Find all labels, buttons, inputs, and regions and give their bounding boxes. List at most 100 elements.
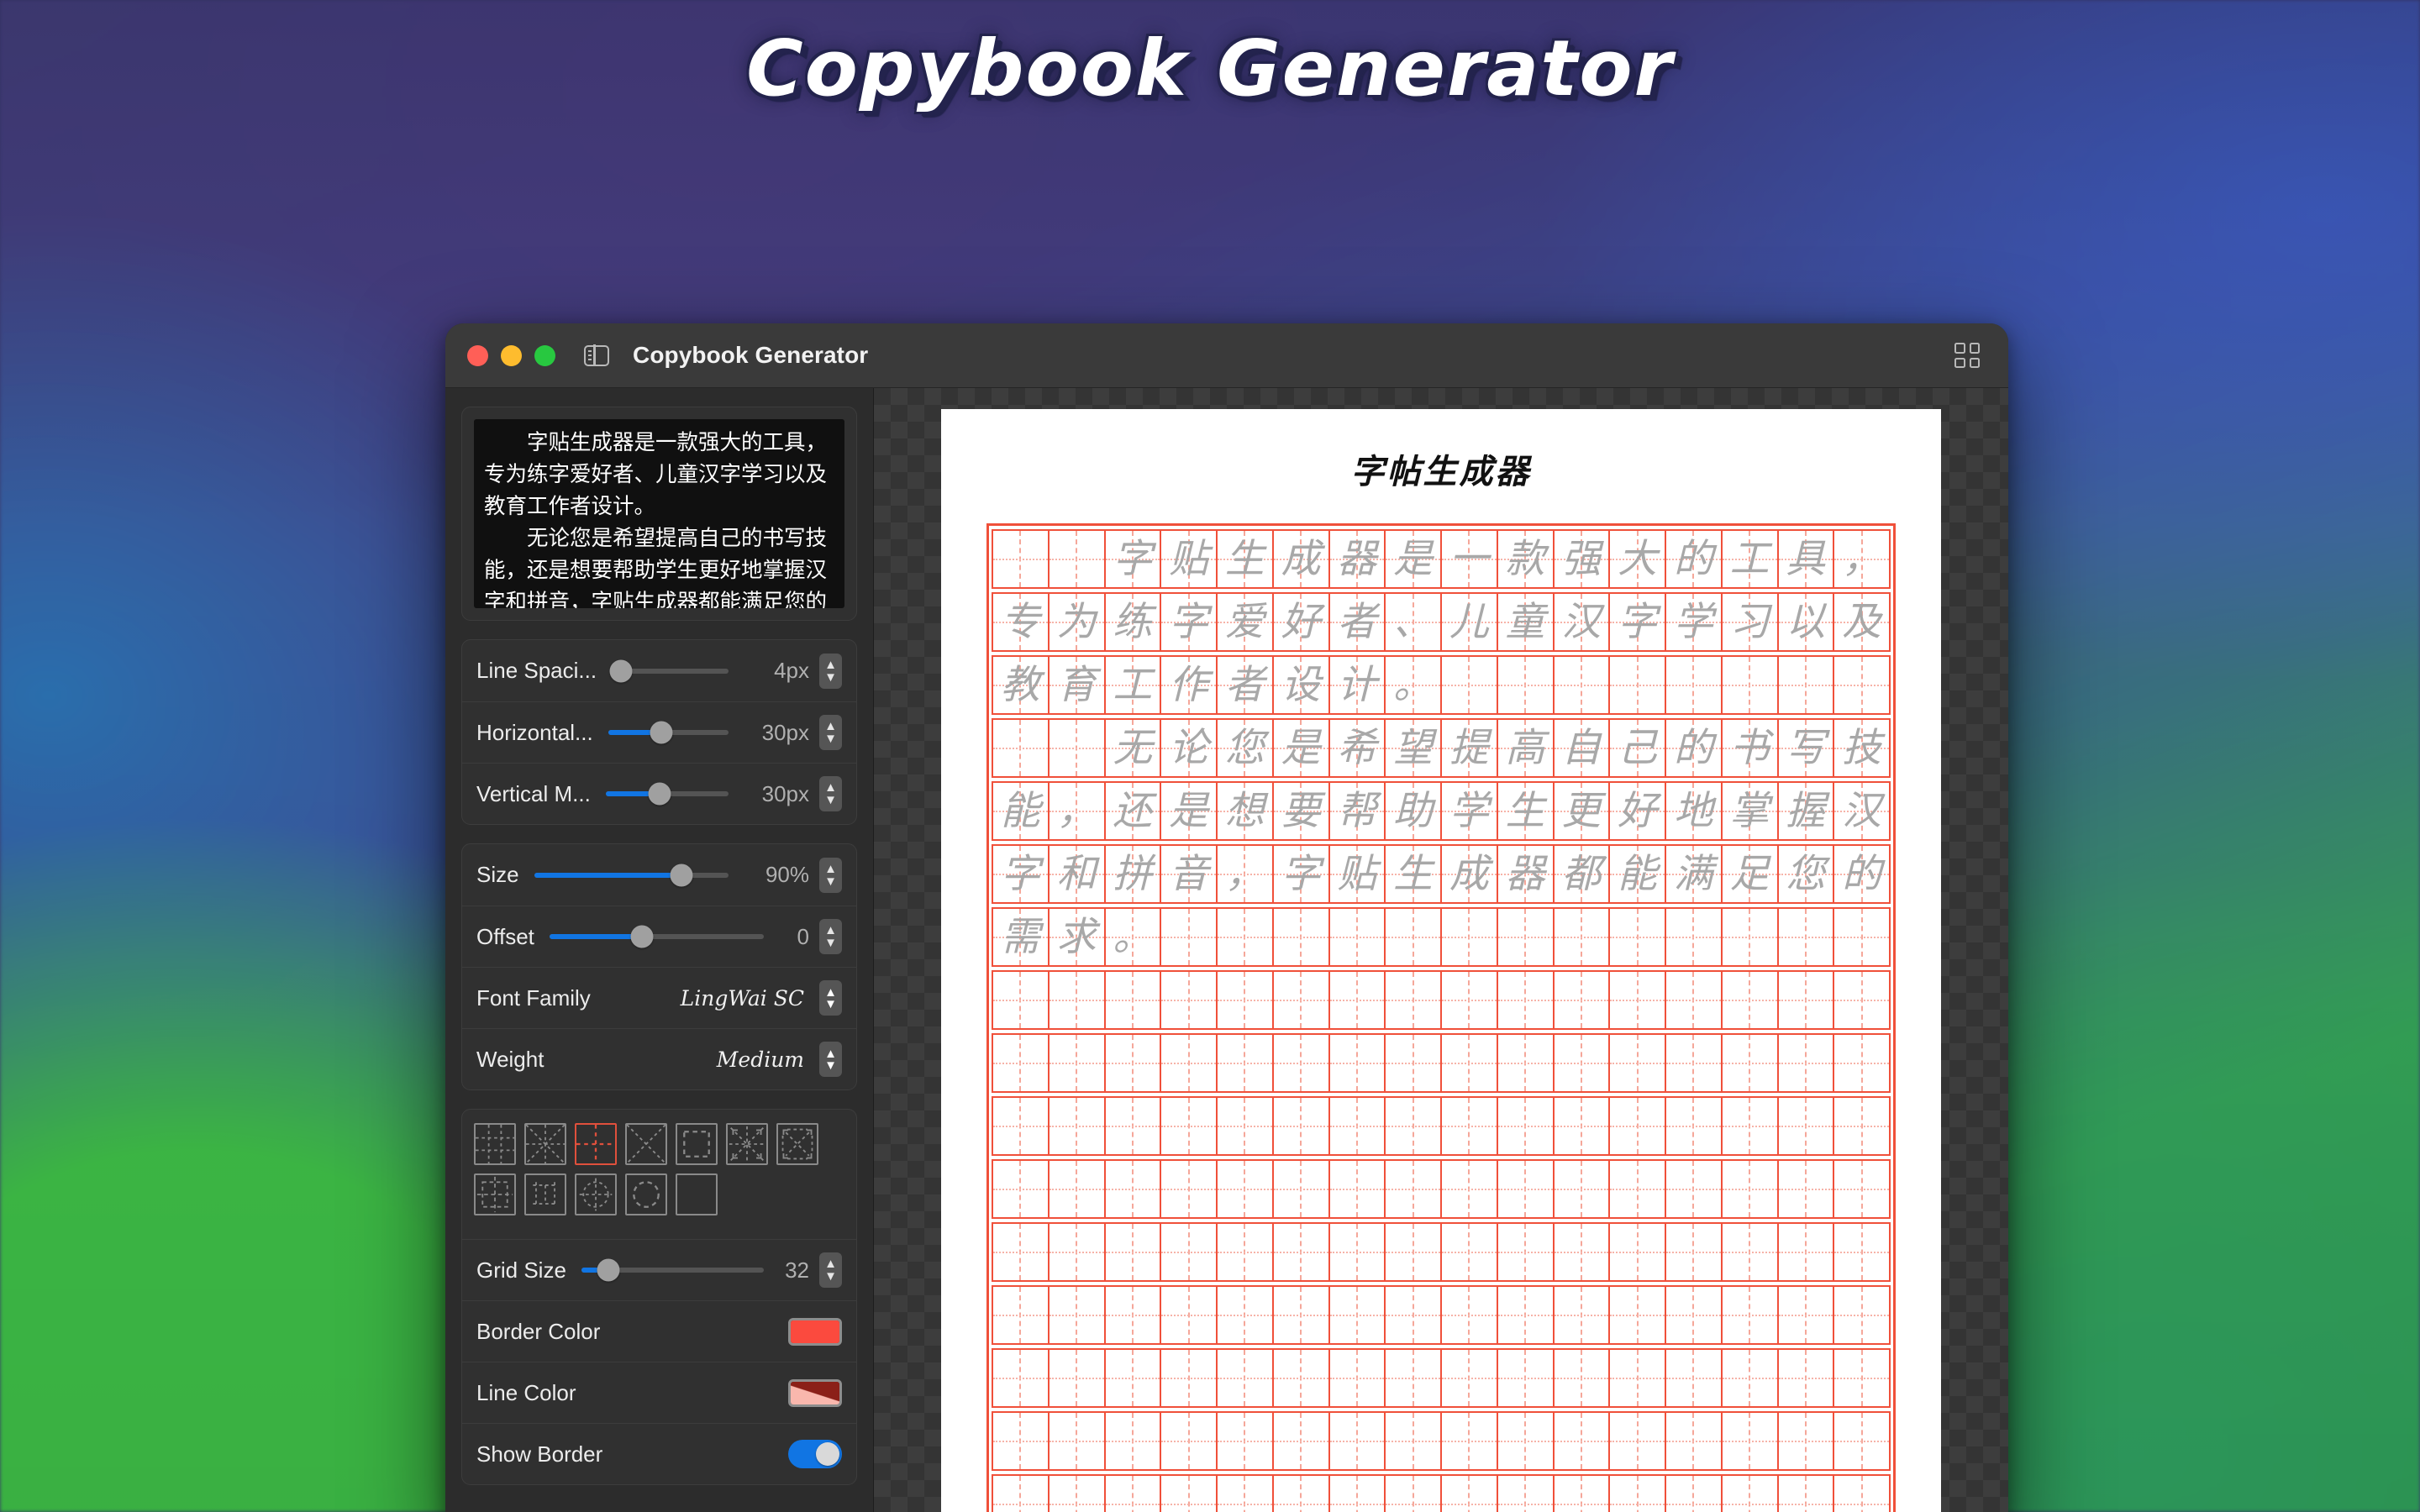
- grid-style-diagonal-ge[interactable]: [625, 1123, 667, 1165]
- line-spacing-stepper[interactable]: ▲▼: [819, 654, 842, 689]
- grid-style-blank-ge[interactable]: [676, 1173, 718, 1215]
- slider-knob[interactable]: [650, 722, 672, 744]
- copybook-grid-cell: [1218, 972, 1274, 1028]
- offset-label: Offset: [476, 924, 534, 950]
- copybook-grid-cell: [1161, 1098, 1218, 1154]
- copybook-glyph: 高: [1506, 728, 1545, 768]
- text-input[interactable]: 字贴生成器是一款强大的工具，专为练字爱好者、儿童汉字学习以及教育工作者设计。 无…: [474, 419, 844, 608]
- zoom-button[interactable]: [534, 345, 555, 366]
- slider-knob[interactable]: [630, 926, 653, 948]
- copybook-grid-cell: [993, 1224, 1050, 1280]
- copybook-grid-cell: 无: [1106, 720, 1162, 776]
- vertical-margin-slider[interactable]: [606, 791, 729, 796]
- weight-chevron-icon[interactable]: ▲▼: [819, 1042, 842, 1077]
- grid-style-mi-arrow-ge[interactable]: [726, 1123, 768, 1165]
- copybook-grid-cell: [1779, 909, 1835, 965]
- copybook-glyph: 是: [1393, 539, 1433, 579]
- copybook-glyph: 成: [1449, 854, 1489, 894]
- vertical-margin-stepper[interactable]: ▲▼: [819, 776, 842, 811]
- copybook-grid-cell: [1218, 1476, 1274, 1512]
- line-spacing-slider[interactable]: [612, 669, 729, 674]
- grid-style-dashed-cross-box[interactable]: [474, 1173, 516, 1215]
- copybook-glyph: 字: [1113, 539, 1152, 579]
- size-slider[interactable]: [534, 873, 729, 878]
- window-titlebar[interactable]: Copybook Generator: [445, 323, 2008, 388]
- copybook-grid-cell: [1161, 1035, 1218, 1091]
- size-stepper[interactable]: ▲▼: [819, 858, 842, 893]
- copybook-grid-cell: [1723, 1161, 1779, 1217]
- grid-size-slider[interactable]: [581, 1268, 764, 1273]
- grid-size-stepper[interactable]: ▲▼: [819, 1252, 842, 1288]
- copybook-grid-cell: 。: [1106, 909, 1162, 965]
- line-color-swatch[interactable]: [788, 1379, 842, 1407]
- copybook-grid-cell: [1723, 972, 1779, 1028]
- offset-slider[interactable]: [550, 934, 764, 939]
- grid-style-cross-ge[interactable]: [575, 1123, 617, 1165]
- show-border-toggle[interactable]: [788, 1440, 842, 1468]
- slider-knob[interactable]: [597, 1259, 620, 1282]
- copybook-glyph: 工: [1730, 539, 1770, 579]
- grid-style-circle-cross-ge[interactable]: [575, 1173, 617, 1215]
- copybook-grid-cell: [1106, 1476, 1162, 1512]
- vertical-margin-label: Vertical M...: [476, 781, 591, 807]
- copybook-grid-row: [992, 1411, 1891, 1471]
- grid-style-tian-zi-ge[interactable]: [474, 1123, 516, 1165]
- slider-knob[interactable]: [610, 659, 633, 682]
- copybook-grid-cell: 。: [1386, 657, 1442, 713]
- font-family-value: LingWai SC: [601, 986, 809, 1011]
- slider-knob[interactable]: [671, 864, 693, 886]
- copybook-grid-cell: 、: [1386, 594, 1442, 650]
- sidebar-toggle-icon[interactable]: [584, 345, 609, 366]
- copybook-grid-cell: 强: [1555, 531, 1611, 587]
- horizontal-margin-slider[interactable]: [608, 730, 729, 735]
- copybook-grid-cell: [1386, 909, 1442, 965]
- border-color-swatch[interactable]: [788, 1318, 842, 1346]
- close-button[interactable]: [467, 345, 488, 366]
- copybook-grid-row: [992, 1096, 1891, 1156]
- copybook-grid-cell: 和: [1050, 846, 1106, 902]
- copybook-grid-row: [992, 1222, 1891, 1282]
- copybook-grid-cell: [1274, 1035, 1330, 1091]
- copybook-grid-cell: 高: [1498, 720, 1555, 776]
- copybook-grid-cell: 习: [1723, 594, 1779, 650]
- copybook-grid-cell: [1610, 1035, 1666, 1091]
- slider-knob[interactable]: [649, 783, 671, 806]
- copybook-glyph: 字: [1001, 854, 1040, 894]
- copybook-glyph: 款: [1506, 539, 1545, 579]
- page-title: Copybook Generator: [0, 24, 2420, 113]
- copybook-grid-cell: [1106, 1350, 1162, 1406]
- copybook-grid-cell: [1330, 1413, 1386, 1469]
- copybook-grid-cell: [1386, 1350, 1442, 1406]
- border-color-fill: [791, 1320, 839, 1343]
- copybook-grid-cell: [1555, 1476, 1611, 1512]
- copybook-grid-cell: [1555, 657, 1611, 713]
- grid-view-icon[interactable]: [1954, 343, 1980, 368]
- grid-style-circle-ge[interactable]: [625, 1173, 667, 1215]
- grid-view-icon-cell: [1954, 358, 1965, 369]
- copybook-grid-cell: [1834, 1224, 1889, 1280]
- weight-label: Weight: [476, 1047, 544, 1073]
- copybook-glyph: 生: [1506, 791, 1545, 831]
- copybook-grid-cell: [1666, 909, 1723, 965]
- copybook-grid-cell: [1274, 1224, 1330, 1280]
- grid-view-icon-cell: [1970, 358, 1981, 369]
- grid-style-x-arrow-ge[interactable]: [776, 1123, 818, 1165]
- horizontal-margin-stepper[interactable]: ▲▼: [819, 715, 842, 750]
- copybook-grid-cell: [1555, 1098, 1611, 1154]
- copybook-grid-cell: [1666, 1476, 1723, 1512]
- grid-style-dashed-corner-box[interactable]: [524, 1173, 566, 1215]
- copybook-grid-cell: [1161, 1287, 1218, 1343]
- grid-style-mi-zi-ge[interactable]: [524, 1123, 566, 1165]
- copybook-grid-cell: 希: [1330, 720, 1386, 776]
- offset-stepper[interactable]: ▲▼: [819, 919, 842, 954]
- grid-style-dashed-box-ge[interactable]: [676, 1123, 718, 1165]
- preview-pane[interactable]: 字帖生成器 字贴生成器是一款强大的工具，专为练字爱好者、儿童汉字学习以及教育工作…: [874, 388, 2008, 1512]
- copybook-glyph: 贴: [1337, 854, 1376, 894]
- copybook-grid-cell: 提: [1442, 720, 1498, 776]
- font-family-chevron-icon[interactable]: ▲▼: [819, 980, 842, 1016]
- copybook-glyph: 的: [1674, 728, 1713, 768]
- minimize-button[interactable]: [501, 345, 522, 366]
- copybook-grid-cell: [1274, 1287, 1330, 1343]
- copybook-glyph: 望: [1393, 728, 1433, 768]
- copybook-grid-cell: 汉: [1834, 783, 1889, 839]
